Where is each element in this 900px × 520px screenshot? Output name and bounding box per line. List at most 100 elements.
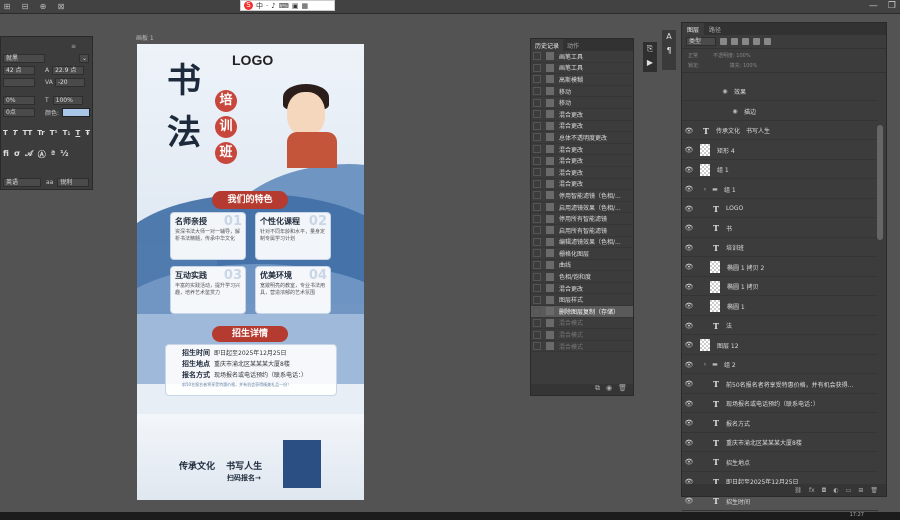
- history-checkbox[interactable]: [533, 226, 541, 235]
- layer-row[interactable]: 👁 T LOGO: [682, 200, 878, 218]
- layer-row[interactable]: 👁 T 书: [682, 220, 878, 238]
- tab-paths[interactable]: 路径: [704, 23, 726, 35]
- filter-text-icon[interactable]: [742, 38, 749, 45]
- layer-row[interactable]: 👁 组 1: [682, 161, 878, 179]
- sogou-logo-icon[interactable]: S: [244, 1, 253, 10]
- small-caps-button[interactable]: Tr: [37, 129, 44, 137]
- keyboard-icon[interactable]: ⌨: [279, 2, 289, 10]
- restore-icon[interactable]: ❐: [888, 1, 896, 11]
- visibility-eye-icon[interactable]: 👁: [682, 458, 696, 466]
- layer-row[interactable]: 👁 T 现场报名或电话预约（联系电话：）: [682, 395, 878, 413]
- titling-button[interactable]: Ⓐ: [38, 149, 46, 160]
- ligature-button[interactable]: ﬁ: [3, 149, 9, 160]
- font-style-select[interactable]: ⌄: [79, 53, 89, 63]
- history-item[interactable]: 删除图层复制（存储）: [531, 306, 633, 318]
- filter-pixel-icon[interactable]: [720, 38, 727, 45]
- layer-row[interactable]: 👁 T 重庆市渝北区某某某大厦8楼: [682, 434, 878, 452]
- new-document-icon[interactable]: ⧉: [595, 384, 600, 395]
- new-layer-icon[interactable]: ⊞: [858, 487, 863, 494]
- visibility-eye-icon[interactable]: 👁: [682, 263, 696, 271]
- history-checkbox[interactable]: [533, 260, 541, 269]
- delete-layer-icon[interactable]: 🗑: [870, 487, 878, 494]
- visibility-eye-icon[interactable]: 👁: [682, 205, 696, 213]
- history-dock-icon[interactable]: ⎘: [643, 42, 657, 56]
- layer-row[interactable]: 👁 T 招生地点: [682, 454, 878, 472]
- layer-row[interactable]: 👁 › ▬ 组 1: [682, 181, 878, 199]
- leading-field[interactable]: 22.9 点: [52, 65, 85, 75]
- history-checkbox[interactable]: [533, 307, 541, 316]
- tab-layers[interactable]: 图层: [682, 23, 705, 35]
- subscript-button[interactable]: T₁: [63, 129, 71, 137]
- history-item[interactable]: 停用所有智能滤镜: [531, 213, 633, 225]
- strikethrough-button[interactable]: Ŧ: [85, 129, 90, 137]
- visibility-eye-icon[interactable]: 👁: [682, 497, 696, 505]
- layer-row[interactable]: 👁 矩形 4: [682, 142, 878, 160]
- align-center-icon[interactable]: ⊕: [38, 2, 48, 12]
- history-item[interactable]: 移动: [531, 97, 633, 109]
- swash-button[interactable]: 𝒜: [25, 149, 33, 160]
- visibility-eye-icon[interactable]: 👁: [682, 185, 696, 193]
- history-checkbox[interactable]: [533, 191, 541, 200]
- layer-row[interactable]: 👁 T 传承文化 书写人生: [682, 122, 878, 140]
- text-color-swatch[interactable]: [62, 107, 91, 117]
- poster-artboard[interactable]: LOGO 书 法 培 训 班 我们的特色 01 名师亲授 资深书法大师一对一辅导…: [137, 44, 364, 500]
- visibility-eye-icon[interactable]: 👁: [682, 146, 696, 154]
- faux-italic-button[interactable]: T: [13, 129, 18, 137]
- history-checkbox[interactable]: [533, 237, 541, 246]
- layer-row[interactable]: 👁 T 法: [682, 317, 878, 335]
- lock-fill-row[interactable]: 锁定: 填充: 100%: [688, 61, 880, 71]
- history-item[interactable]: 总体不透明度更改: [531, 132, 633, 144]
- visibility-eye-icon[interactable]: 👁: [682, 302, 696, 310]
- add-mask-icon[interactable]: ◘: [822, 487, 827, 494]
- visibility-eye-icon[interactable]: 👁: [682, 322, 696, 330]
- history-checkbox[interactable]: [533, 203, 541, 212]
- history-item[interactable]: 高斯模糊: [531, 74, 633, 86]
- paragraph-dock-icon[interactable]: ¶: [662, 44, 676, 58]
- visibility-eye-icon[interactable]: 👁: [682, 341, 696, 349]
- chevron-right-icon[interactable]: ›: [700, 361, 710, 368]
- history-checkbox[interactable]: [533, 318, 541, 327]
- history-checkbox[interactable]: [533, 87, 541, 96]
- align-right-icon[interactable]: ⊠: [56, 2, 66, 12]
- history-item[interactable]: 混合模式: [531, 341, 633, 353]
- visibility-eye-icon[interactable]: 👁: [682, 380, 696, 388]
- snapshot-icon[interactable]: ◉: [606, 384, 612, 395]
- visibility-eye-icon[interactable]: 👁: [682, 244, 696, 252]
- history-item[interactable]: 混合更改: [531, 109, 633, 121]
- panel-menu-icon[interactable]: ≡: [71, 41, 76, 51]
- history-checkbox[interactable]: [533, 214, 541, 223]
- minimize-icon[interactable]: —: [869, 1, 878, 11]
- fraction-button[interactable]: ½: [60, 149, 68, 160]
- history-checkbox[interactable]: [533, 168, 541, 177]
- history-item[interactable]: 画笔工具: [531, 63, 633, 75]
- visibility-eye-icon[interactable]: 👁: [682, 224, 696, 232]
- link-layers-icon[interactable]: ⛓: [794, 487, 802, 494]
- layer-row[interactable]: 👁 T 前50名报名者将享受特惠价格，并有机会获得...: [682, 376, 878, 394]
- trash-icon[interactable]: 🗑: [618, 384, 627, 395]
- visibility-eye-icon[interactable]: 👁: [682, 127, 696, 135]
- new-group-icon[interactable]: ▭: [846, 487, 852, 494]
- mic-icon[interactable]: ♪: [271, 2, 275, 10]
- filter-adjust-icon[interactable]: [731, 38, 738, 45]
- history-checkbox[interactable]: [533, 342, 541, 351]
- visibility-eye-icon[interactable]: 👁: [682, 400, 696, 408]
- tracking-field[interactable]: -20: [54, 77, 85, 87]
- layer-row[interactable]: 👁 T 培训班: [682, 239, 878, 257]
- ime-lang[interactable]: 中: [256, 1, 263, 11]
- horizontal-scale-field[interactable]: 100%: [52, 95, 83, 105]
- layers-scrollbar[interactable]: [877, 125, 883, 240]
- history-item[interactable]: 启用滤镜效果（色相/...: [531, 202, 633, 214]
- character-dock-icon[interactable]: A: [662, 30, 676, 44]
- history-checkbox[interactable]: [533, 249, 541, 258]
- history-item[interactable]: 混合更改: [531, 179, 633, 191]
- ordinal-button[interactable]: ª: [51, 149, 56, 160]
- discretionary-button[interactable]: σ: [14, 149, 20, 160]
- antialias-select[interactable]: 锐利: [57, 177, 90, 187]
- history-item[interactable]: 移动: [531, 86, 633, 98]
- history-item[interactable]: 栅格化图层: [531, 248, 633, 260]
- history-item[interactable]: 编辑滤镜效果（色相/...: [531, 237, 633, 249]
- filter-shape-icon[interactable]: [753, 38, 760, 45]
- grid-icon[interactable]: ▦: [301, 2, 308, 10]
- history-item[interactable]: 停用智能滤镜（色相/...: [531, 190, 633, 202]
- history-checkbox[interactable]: [533, 156, 541, 165]
